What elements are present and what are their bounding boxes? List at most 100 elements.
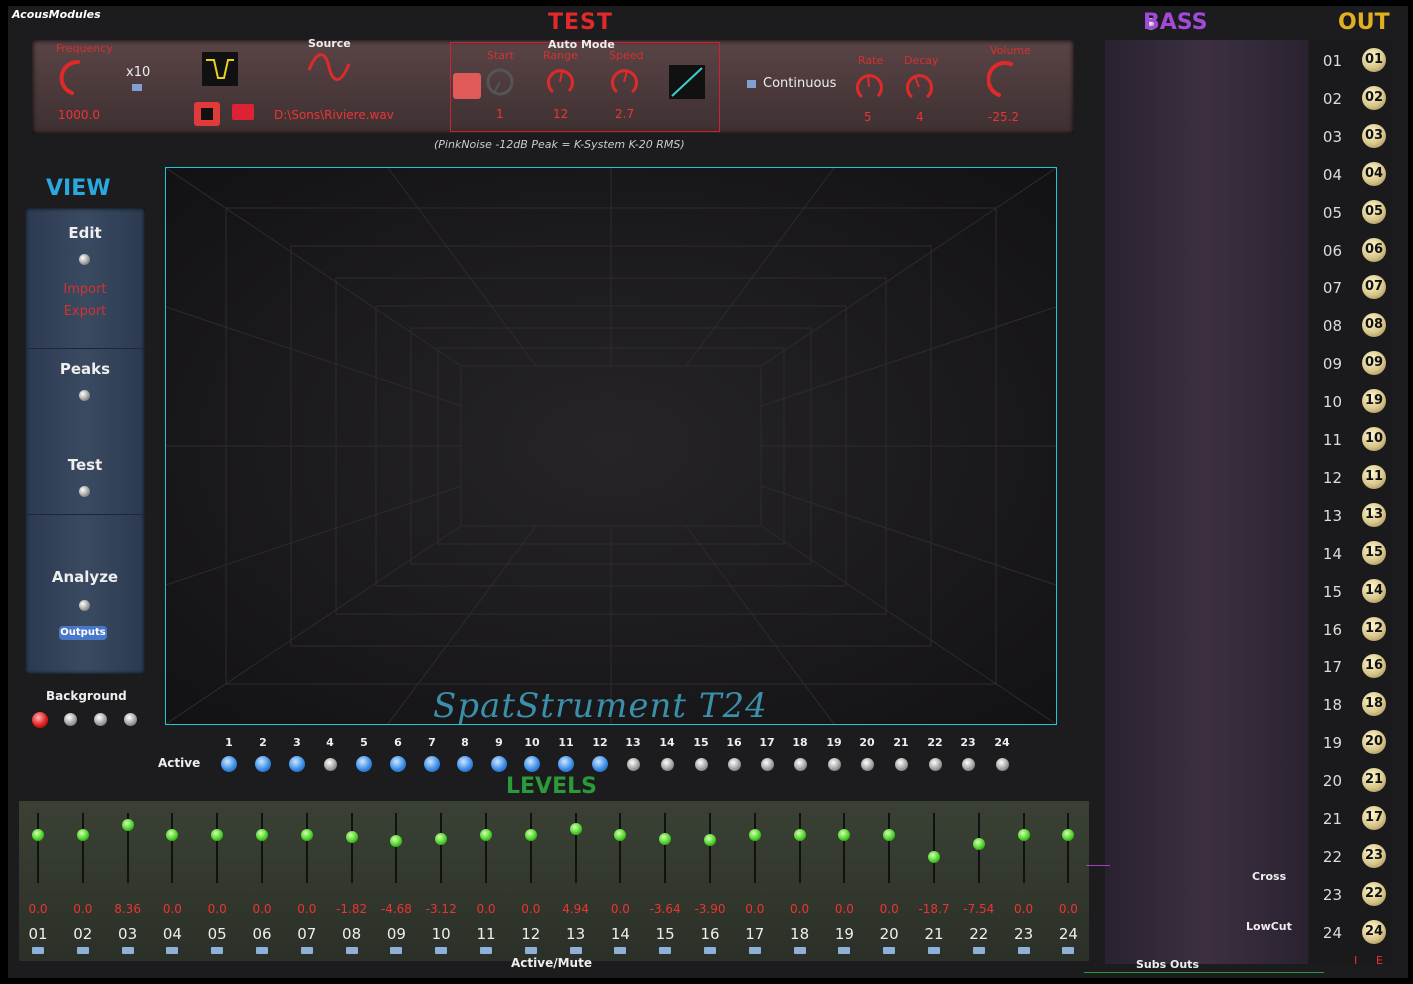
- level-fader[interactable]: [121, 818, 134, 831]
- spatial-view-canvas[interactable]: [165, 167, 1057, 725]
- output-assign-button[interactable]: 04: [1362, 161, 1386, 186]
- channel-mute-toggle[interactable]: [480, 947, 492, 954]
- level-fader[interactable]: [76, 829, 89, 841]
- channel-mute-toggle[interactable]: [121, 947, 134, 954]
- output-assign-button[interactable]: 10: [1362, 427, 1386, 451]
- active-channel-toggle[interactable]: [661, 758, 674, 771]
- peaks-led[interactable]: [79, 390, 90, 401]
- level-fader[interactable]: [390, 834, 403, 847]
- level-fader[interactable]: [704, 833, 716, 846]
- active-channel-toggle[interactable]: [558, 756, 574, 772]
- channel-mute-toggle[interactable]: [659, 947, 672, 954]
- level-fader[interactable]: [569, 823, 582, 836]
- analyze-led[interactable]: [79, 600, 90, 611]
- active-channel-toggle[interactable]: [627, 758, 640, 771]
- active-channel-toggle[interactable]: [289, 756, 305, 772]
- stop-button[interactable]: [194, 102, 220, 126]
- active-channel-toggle[interactable]: [828, 758, 841, 771]
- active-channel-toggle[interactable]: [794, 758, 807, 771]
- channel-mute-toggle[interactable]: [793, 947, 806, 954]
- level-fader[interactable]: [793, 829, 806, 841]
- level-fader[interactable]: [300, 829, 313, 841]
- output-assign-button[interactable]: 07: [1362, 275, 1386, 300]
- edit-led[interactable]: [79, 254, 90, 265]
- output-assign-button[interactable]: 08: [1362, 313, 1386, 338]
- output-assign-button[interactable]: 14: [1362, 578, 1386, 603]
- frequency-knob[interactable]: [58, 58, 98, 98]
- level-fader[interactable]: [1062, 829, 1075, 841]
- channel-mute-toggle[interactable]: [345, 947, 358, 954]
- level-fader[interactable]: [838, 829, 851, 841]
- level-fader[interactable]: [480, 829, 492, 841]
- output-assign-button[interactable]: 19: [1362, 389, 1386, 414]
- output-assign-button[interactable]: 15: [1362, 540, 1386, 565]
- output-assign-button[interactable]: 21: [1362, 768, 1386, 793]
- output-assign-button[interactable]: 11: [1362, 464, 1386, 489]
- active-channel-toggle[interactable]: [695, 758, 708, 771]
- output-assign-button[interactable]: 16: [1362, 654, 1386, 679]
- active-channel-toggle[interactable]: [424, 756, 440, 772]
- level-fader[interactable]: [659, 833, 672, 846]
- channel-mute-toggle[interactable]: [300, 947, 313, 954]
- decay-knob[interactable]: [904, 72, 934, 102]
- active-channel-toggle[interactable]: [592, 756, 608, 772]
- channel-mute-toggle[interactable]: [76, 947, 89, 954]
- active-channel-toggle[interactable]: [895, 758, 908, 771]
- channel-mute-toggle[interactable]: [883, 947, 896, 954]
- output-assign-button[interactable]: 05: [1362, 199, 1386, 224]
- level-fader[interactable]: [614, 829, 627, 841]
- level-fader[interactable]: [256, 829, 268, 841]
- channel-mute-toggle[interactable]: [1017, 947, 1030, 954]
- export-link[interactable]: Export: [25, 304, 145, 319]
- background-option-red[interactable]: [32, 712, 48, 728]
- channel-mute-toggle[interactable]: [524, 947, 537, 954]
- range-knob[interactable]: [545, 67, 575, 97]
- active-channel-toggle[interactable]: [324, 758, 337, 771]
- active-channel-toggle[interactable]: [457, 756, 473, 772]
- start-knob[interactable]: [485, 67, 515, 97]
- channel-mute-toggle[interactable]: [435, 947, 448, 954]
- active-channel-toggle[interactable]: [728, 758, 741, 771]
- channel-mute-toggle[interactable]: [32, 947, 44, 954]
- channel-mute-toggle[interactable]: [211, 947, 224, 954]
- import-link[interactable]: Import: [25, 282, 145, 297]
- active-channel-toggle[interactable]: [356, 756, 372, 772]
- output-assign-button[interactable]: 24: [1362, 919, 1386, 944]
- rate-knob[interactable]: [854, 72, 884, 102]
- active-channel-toggle[interactable]: [491, 756, 507, 772]
- channel-mute-toggle[interactable]: [704, 947, 716, 954]
- folder-icon[interactable]: [232, 104, 254, 120]
- ramp-shape-icon[interactable]: [669, 65, 705, 99]
- level-fader[interactable]: [928, 851, 940, 864]
- level-fader[interactable]: [1017, 829, 1030, 841]
- background-option-2[interactable]: [64, 713, 77, 726]
- channel-mute-toggle[interactable]: [166, 947, 179, 954]
- output-assign-button[interactable]: 06: [1362, 237, 1386, 262]
- level-fader[interactable]: [435, 832, 448, 845]
- channel-mute-toggle[interactable]: [838, 947, 851, 954]
- waveform-shape-icon[interactable]: [202, 52, 238, 86]
- test-led[interactable]: [79, 486, 90, 497]
- volume-knob[interactable]: [987, 60, 1027, 100]
- channel-mute-toggle[interactable]: [256, 947, 268, 954]
- speed-knob[interactable]: [609, 67, 639, 97]
- channel-mute-toggle[interactable]: [614, 947, 627, 954]
- active-channel-toggle[interactable]: [996, 758, 1009, 771]
- continuous-checkbox[interactable]: [747, 80, 756, 88]
- sine-source-icon[interactable]: [307, 52, 351, 82]
- channel-mute-toggle[interactable]: [748, 947, 761, 954]
- active-channel-toggle[interactable]: [761, 758, 774, 771]
- channel-mute-toggle[interactable]: [569, 947, 582, 954]
- channel-mute-toggle[interactable]: [928, 947, 940, 954]
- output-assign-button[interactable]: 12: [1362, 616, 1386, 641]
- active-channel-toggle[interactable]: [390, 756, 406, 772]
- active-channel-toggle[interactable]: [962, 758, 975, 771]
- channel-mute-toggle[interactable]: [972, 947, 985, 954]
- channel-mute-toggle[interactable]: [390, 947, 403, 954]
- output-assign-button[interactable]: 02: [1362, 85, 1386, 110]
- active-channel-toggle[interactable]: [524, 756, 540, 772]
- output-assign-button[interactable]: 17: [1362, 806, 1386, 830]
- output-assign-button[interactable]: 13: [1362, 502, 1386, 527]
- x10-toggle[interactable]: [132, 84, 142, 91]
- level-fader[interactable]: [32, 829, 44, 841]
